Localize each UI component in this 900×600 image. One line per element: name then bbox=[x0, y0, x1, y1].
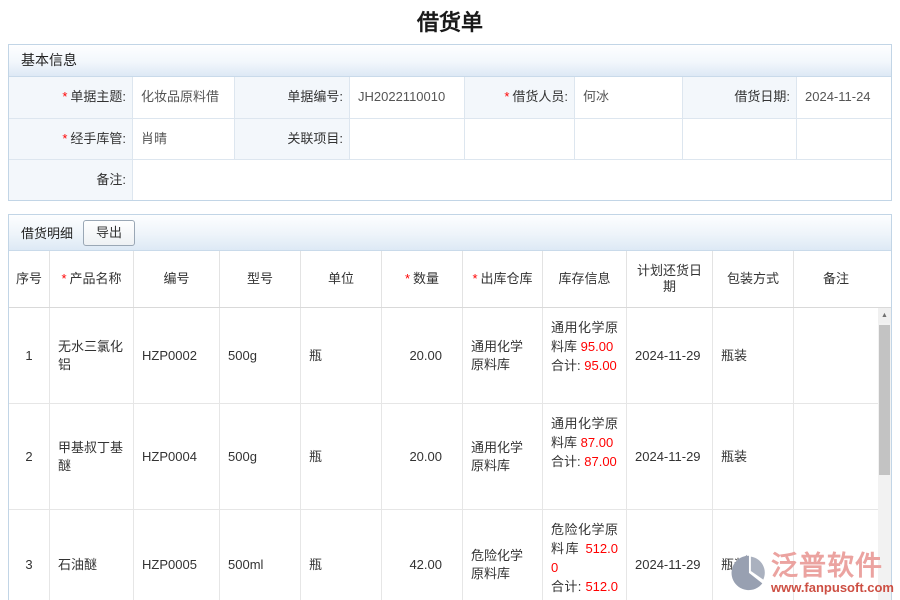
cell-qty: 20.00 bbox=[381, 308, 462, 403]
borrower-label: *借货人员: bbox=[464, 77, 574, 118]
cell-package: 瓶装 bbox=[712, 404, 793, 509]
borrow-date-label: 借货日期: bbox=[682, 77, 796, 118]
stock-qty: 95.00 bbox=[581, 339, 614, 354]
required-marker: * bbox=[472, 271, 477, 287]
cell-warehouse: 通用化学原料库 bbox=[462, 308, 542, 403]
col-return-date: 计划还货日期 bbox=[626, 251, 712, 307]
cell-seq: 2 bbox=[9, 404, 49, 509]
cell-seq: 3 bbox=[9, 510, 49, 600]
cell-unit: 瓶 bbox=[300, 404, 381, 509]
cell-code: HZP0002 bbox=[133, 308, 219, 403]
tab-borrow-detail[interactable]: 借货明细 bbox=[21, 223, 73, 242]
project-value bbox=[349, 118, 464, 159]
cell-remark bbox=[793, 510, 878, 600]
number-value: JH2022110010 bbox=[349, 77, 464, 118]
cell-package: 瓶装 bbox=[712, 510, 793, 600]
empty-cell bbox=[574, 118, 682, 159]
borrow-detail-panel: 借货明细 导出 序号 *产品名称 编号 型号 单位 *数量 *出库仓库 库存信息… bbox=[8, 214, 892, 600]
detail-tabbar: 借货明细 导出 bbox=[9, 215, 891, 251]
cell-return-date: 2024-11-29 bbox=[626, 510, 712, 600]
remark-label: 备注: bbox=[9, 159, 132, 200]
required-marker: * bbox=[504, 89, 509, 104]
page-title: 借货单 bbox=[0, 0, 900, 44]
cell-code: HZP0004 bbox=[133, 404, 219, 509]
scrollbar-thumb[interactable] bbox=[879, 325, 890, 475]
project-label: 关联项目: bbox=[234, 118, 349, 159]
required-marker: * bbox=[405, 271, 410, 287]
cell-stock-info: 通用化学原料库 95.00 合计: 95.00 bbox=[542, 308, 626, 403]
cell-warehouse: 危险化学原料库 bbox=[462, 510, 542, 600]
subject-value: 化妆品原料借 bbox=[132, 77, 234, 118]
table-row: 1 无水三氯化铝 HZP0002 500g 瓶 20.00 通用化学原料库 通用… bbox=[9, 308, 878, 404]
col-remark: 备注 bbox=[793, 251, 878, 307]
cell-code: HZP0005 bbox=[133, 510, 219, 600]
table-row: 3 石油醚 HZP0005 500ml 瓶 42.00 危险化学原料库 危险化学… bbox=[9, 510, 878, 600]
cell-package: 瓶装 bbox=[712, 308, 793, 403]
basic-info-form: *单据主题: 化妆品原料借 单据编号: JH2022110010 *借货人员: … bbox=[9, 77, 891, 200]
required-marker: * bbox=[62, 89, 67, 104]
remark-value bbox=[132, 159, 891, 200]
col-model: 型号 bbox=[219, 251, 300, 307]
cell-remark bbox=[793, 308, 878, 403]
empty-cell bbox=[796, 118, 891, 159]
cell-remark bbox=[793, 404, 878, 509]
cell-qty: 42.00 bbox=[381, 510, 462, 600]
cell-product: 甲基叔丁基醚 bbox=[49, 404, 133, 509]
table-row: 2 甲基叔丁基醚 HZP0004 500g 瓶 20.00 通用化学原料库 通用… bbox=[9, 404, 878, 510]
borrower-value: 何冰 bbox=[574, 77, 682, 118]
cell-model: 500g bbox=[219, 308, 300, 403]
stock-qty: 87.00 bbox=[581, 435, 614, 450]
cell-model: 500g bbox=[219, 404, 300, 509]
keeper-value: 肖晴 bbox=[132, 118, 234, 159]
borrow-date-value: 2024-11-24 bbox=[796, 77, 891, 118]
detail-table-body: 1 无水三氯化铝 HZP0002 500g 瓶 20.00 通用化学原料库 通用… bbox=[9, 308, 891, 600]
cell-return-date: 2024-11-29 bbox=[626, 404, 712, 509]
col-seq: 序号 bbox=[9, 251, 49, 307]
subject-label: *单据主题: bbox=[9, 77, 132, 118]
cell-return-date: 2024-11-29 bbox=[626, 308, 712, 403]
number-label: 单据编号: bbox=[234, 77, 349, 118]
basic-info-panel: 基本信息 *单据主题: 化妆品原料借 单据编号: JH2022110010 *借… bbox=[8, 44, 892, 201]
col-stock: 库存信息 bbox=[542, 251, 626, 307]
empty-cell bbox=[464, 118, 574, 159]
col-warehouse: *出库仓库 bbox=[462, 251, 542, 307]
keeper-label: *经手库管: bbox=[9, 118, 132, 159]
col-qty: *数量 bbox=[381, 251, 462, 307]
cell-unit: 瓶 bbox=[300, 510, 381, 600]
col-code: 编号 bbox=[133, 251, 219, 307]
col-unit: 单位 bbox=[300, 251, 381, 307]
cell-stock-info: 危险化学原料库 512.00 合计: 512.00 bbox=[542, 510, 626, 600]
col-product: *产品名称 bbox=[49, 251, 133, 307]
cell-warehouse: 通用化学原料库 bbox=[462, 404, 542, 509]
cell-product: 石油醚 bbox=[49, 510, 133, 600]
cell-product: 无水三氯化铝 bbox=[49, 308, 133, 403]
cell-qty: 20.00 bbox=[381, 404, 462, 509]
cell-stock-info: 通用化学原料库 87.00 合计: 87.00 bbox=[542, 404, 626, 509]
required-marker: * bbox=[61, 271, 66, 287]
stock-total: 95.00 bbox=[584, 358, 617, 373]
table-scrollbar[interactable]: ▲ bbox=[878, 308, 891, 600]
empty-cell bbox=[682, 118, 796, 159]
cell-seq: 1 bbox=[9, 308, 49, 403]
export-button[interactable]: 导出 bbox=[83, 220, 135, 246]
col-package: 包装方式 bbox=[712, 251, 793, 307]
scrollbar-up-arrow-icon[interactable]: ▲ bbox=[878, 308, 891, 323]
cell-unit: 瓶 bbox=[300, 308, 381, 403]
detail-table-header: 序号 *产品名称 编号 型号 单位 *数量 *出库仓库 库存信息 计划还货日期 … bbox=[9, 251, 891, 308]
basic-info-header: 基本信息 bbox=[9, 45, 891, 77]
stock-total: 87.00 bbox=[584, 454, 617, 469]
cell-model: 500ml bbox=[219, 510, 300, 600]
required-marker: * bbox=[62, 131, 67, 146]
